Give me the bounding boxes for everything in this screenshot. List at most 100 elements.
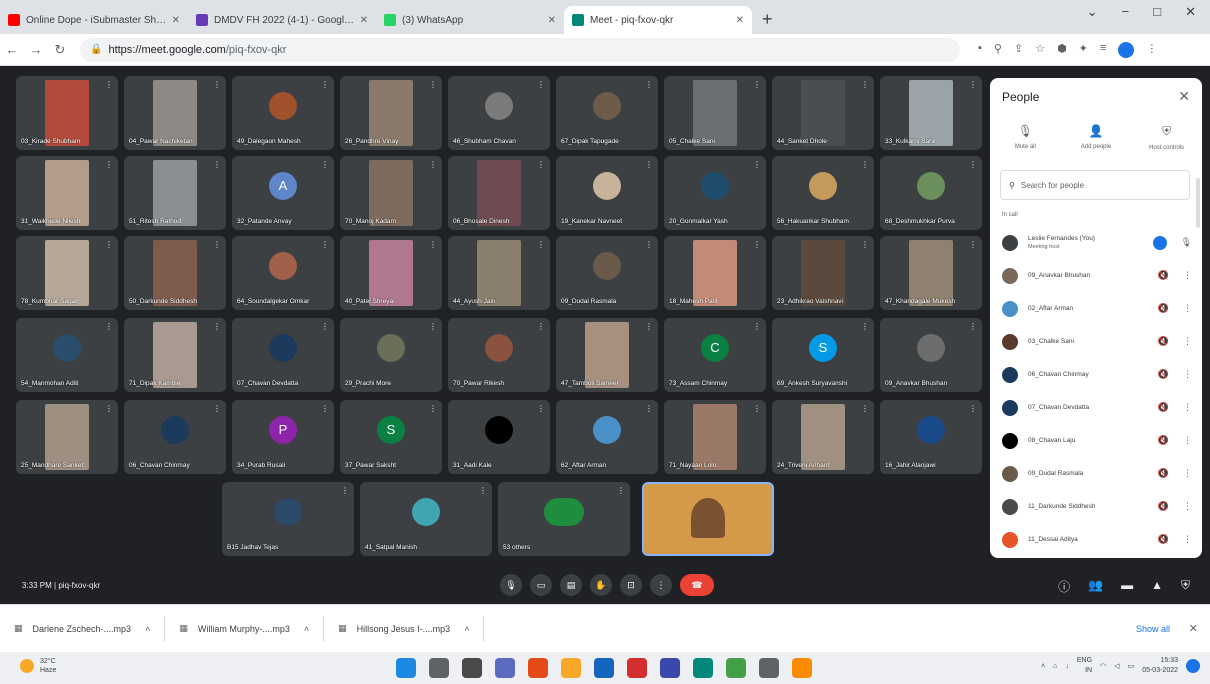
list-item[interactable]: 07_Chavan Devdatta 🔇 ⋮ bbox=[990, 391, 1202, 424]
close-tab-icon[interactable]: ✕ bbox=[736, 15, 744, 26]
participant-tile[interactable]: ⋮ 44_Sanket Dhole bbox=[772, 76, 874, 150]
participant-tile[interactable]: ⋮ 26_Pandhre Vinay bbox=[340, 76, 442, 150]
activities-icon[interactable]: ▲ bbox=[1151, 578, 1163, 595]
participant-tile[interactable]: ⋮ 16_Jahir Alanjawi bbox=[880, 400, 982, 474]
browser-tab[interactable]: Online Dope - iSubmaster Shorts ✕ bbox=[0, 6, 188, 34]
weather-widget[interactable]: 32°C Haze bbox=[20, 657, 56, 675]
taskbar-app-icon[interactable] bbox=[528, 658, 548, 678]
participant-tile[interactable]: ⋮ 68_Deshmukhkar Purva bbox=[880, 156, 982, 230]
mic-off-icon[interactable]: 🔇 bbox=[1158, 468, 1169, 479]
participant-tile[interactable]: ⋮ 49_Dalegaon Mahesh bbox=[232, 76, 334, 150]
profile-avatar[interactable] bbox=[1118, 41, 1135, 58]
participant-tile[interactable]: A ⋮ 32_Patande Anvay bbox=[232, 156, 334, 230]
list-item[interactable]: 11_Darkunde Siddhesh 🔇 ⋮ bbox=[990, 490, 1202, 523]
info-icon[interactable]: ⓘ bbox=[1058, 578, 1070, 595]
participant-tile[interactable]: ⋮ 25_Mandhare Sanket bbox=[16, 400, 118, 474]
people-icon[interactable]: 👥 bbox=[1088, 578, 1103, 595]
extension-icon[interactable]: ⬢ bbox=[1057, 42, 1067, 58]
participant-tile[interactable]: ⋮ 54_Manmohan Aditi bbox=[16, 318, 118, 392]
participant-tile[interactable]: ⋮ 62_Aftar Arman bbox=[556, 400, 658, 474]
list-item[interactable]: 09_Dudal Rasmala 🔇 ⋮ bbox=[990, 457, 1202, 490]
taskbar-app-icon[interactable] bbox=[594, 658, 614, 678]
mic-off-icon[interactable]: 🔇 bbox=[1158, 534, 1169, 545]
captions-button[interactable]: ▤ bbox=[560, 574, 582, 596]
taskbar-app-icon[interactable] bbox=[792, 658, 812, 678]
mic-icon[interactable]: 🎙 bbox=[1181, 237, 1192, 248]
participant-tile[interactable]: ⋮ 18_Mahesh Patil bbox=[664, 236, 766, 310]
more-options-button[interactable]: ⋮ bbox=[650, 574, 672, 596]
list-item[interactable]: 06_Chavan Chinmay 🔇 ⋮ bbox=[990, 358, 1202, 391]
participant-tile[interactable]: ⋮ 46_Shubham Chavan bbox=[448, 76, 550, 150]
battery-icon[interactable]: ▭ bbox=[1128, 662, 1135, 670]
participant-tile[interactable]: ⋮ 51_Ritesh Rathod bbox=[124, 156, 226, 230]
search-people-input[interactable]: ⚲ Search for people bbox=[1000, 170, 1190, 200]
taskbar-app-icon[interactable] bbox=[462, 658, 482, 678]
mic-off-icon[interactable]: 🔇 bbox=[1158, 336, 1169, 347]
participant-tile[interactable]: ⋮ 03_Kirade Shubham bbox=[16, 76, 118, 150]
participant-tile[interactable]: ⋮ 04_Pawar Nachiketan bbox=[124, 76, 226, 150]
others-tile[interactable]: ⋮ 53 others bbox=[498, 482, 630, 556]
start-icon[interactable] bbox=[396, 658, 416, 678]
participant-tile[interactable]: ⋮ 71_Nayaan Lolo bbox=[664, 400, 766, 474]
list-item[interactable]: 08_Chavan Laju 🔇 ⋮ bbox=[990, 424, 1202, 457]
chevron-up-icon[interactable]: ˄ bbox=[145, 624, 150, 634]
new-tab-button[interactable]: + bbox=[752, 9, 783, 34]
reading-list-icon[interactable]: ≡ bbox=[1100, 42, 1106, 58]
participant-tile[interactable]: ⋮ 40_Patel Shreya bbox=[340, 236, 442, 310]
taskbar-app-icon[interactable] bbox=[561, 658, 581, 678]
participant-tile[interactable]: ⋮ 71_Dipak Kamble bbox=[124, 318, 226, 392]
list-item[interactable]: 11_Dessai Aditya 🔇 ⋮ bbox=[990, 523, 1202, 556]
camera-status-icon[interactable]: ▪ bbox=[978, 42, 982, 58]
chevron-up-icon[interactable]: ˄ bbox=[1041, 663, 1045, 670]
participant-tile[interactable]: S ⋮ 69_Ankesh Suryavanshi bbox=[772, 318, 874, 392]
back-icon[interactable]: ← bbox=[0, 42, 24, 57]
close-tab-icon[interactable]: ✕ bbox=[548, 15, 556, 26]
more-options-icon[interactable]: ⋮ bbox=[1183, 534, 1192, 545]
participant-tile[interactable]: ⋮ 20_Gonmalkar Yash bbox=[664, 156, 766, 230]
network-icon[interactable]: ⌂ bbox=[1053, 663, 1057, 670]
camera-button[interactable]: ▭ bbox=[530, 574, 552, 596]
participant-tile[interactable]: ⋮ 56_Hakuankar Shubham bbox=[772, 156, 874, 230]
close-icon[interactable]: ✕ bbox=[1178, 88, 1190, 105]
participant-tile[interactable]: ⋮ 05_Chalke Sani bbox=[664, 76, 766, 150]
taskbar-app-icon[interactable] bbox=[693, 658, 713, 678]
notification-badge[interactable] bbox=[1186, 659, 1200, 673]
participant-tile[interactable]: ⋮ 44_Ayush Jain bbox=[448, 236, 550, 310]
participant-tile[interactable]: ⋮ B15 Jadhav Tejas bbox=[222, 482, 354, 556]
mic-off-icon[interactable]: 🔇 bbox=[1158, 303, 1169, 314]
end-call-button[interactable]: ☎ bbox=[680, 574, 714, 596]
participant-tile[interactable]: ⋮ 47_Tamboli Sameer bbox=[556, 318, 658, 392]
more-options-icon[interactable]: ⋮ bbox=[1183, 270, 1192, 281]
participant-tile[interactable]: ⋮ 19_Kanekar Navneet bbox=[556, 156, 658, 230]
participant-tile[interactable]: ⋮ 64_Soundalgekar Omkar bbox=[232, 236, 334, 310]
chat-icon[interactable]: ▬ bbox=[1121, 578, 1133, 595]
participant-tile[interactable]: ⋮ 07_Chavan Devdatta bbox=[232, 318, 334, 392]
mic-button[interactable]: 🎙 bbox=[500, 574, 522, 596]
clock[interactable]: 15:33 05-03-2022 bbox=[1142, 656, 1178, 676]
more-options-icon[interactable]: ⋮ bbox=[1183, 303, 1192, 314]
more-options-icon[interactable]: ⋮ bbox=[1183, 435, 1192, 446]
chevron-up-icon[interactable]: ˄ bbox=[464, 624, 469, 634]
scrollbar[interactable] bbox=[1196, 178, 1200, 228]
show-all-button[interactable]: Show all bbox=[1136, 624, 1170, 634]
mic-off-icon[interactable]: 🔇 bbox=[1158, 435, 1169, 446]
reload-icon[interactable]: ↻ bbox=[48, 42, 72, 58]
mic-off-icon[interactable]: 🔇 bbox=[1158, 402, 1169, 413]
participant-tile[interactable]: ⋮ 70_Pawar Rikesh bbox=[448, 318, 550, 392]
more-options-icon[interactable]: ⋮ bbox=[1183, 369, 1192, 380]
present-button[interactable]: ⊡ bbox=[620, 574, 642, 596]
self-video-tile[interactable] bbox=[642, 482, 774, 556]
share-icon[interactable]: ⇪ bbox=[1014, 42, 1023, 58]
language-label[interactable]: ENG bbox=[1077, 656, 1092, 666]
participant-tile[interactable]: ⋮ 50_Darkunde Siddhesh bbox=[124, 236, 226, 310]
download-tray-icon[interactable]: ↓ bbox=[1065, 663, 1069, 670]
menu-icon[interactable]: ⋮ bbox=[1146, 42, 1157, 58]
list-item[interactable]: 02_Aftar Arman 🔇 ⋮ bbox=[990, 292, 1202, 325]
bookmark-star-icon[interactable]: ☆ bbox=[1035, 42, 1045, 58]
maximize-icon[interactable]: □ bbox=[1153, 4, 1161, 20]
participant-tile[interactable]: ⋮ 24_Triveni Arihant bbox=[772, 400, 874, 474]
browser-tab[interactable]: (3) WhatsApp ✕ bbox=[376, 6, 564, 34]
url-input[interactable]: 🔒 https://meet.google.com /piq-fxov-qkr bbox=[80, 37, 960, 62]
participant-tile[interactable]: ⋮ 31_Aadi Kale bbox=[448, 400, 550, 474]
more-options-icon[interactable]: ⋮ bbox=[1183, 402, 1192, 413]
